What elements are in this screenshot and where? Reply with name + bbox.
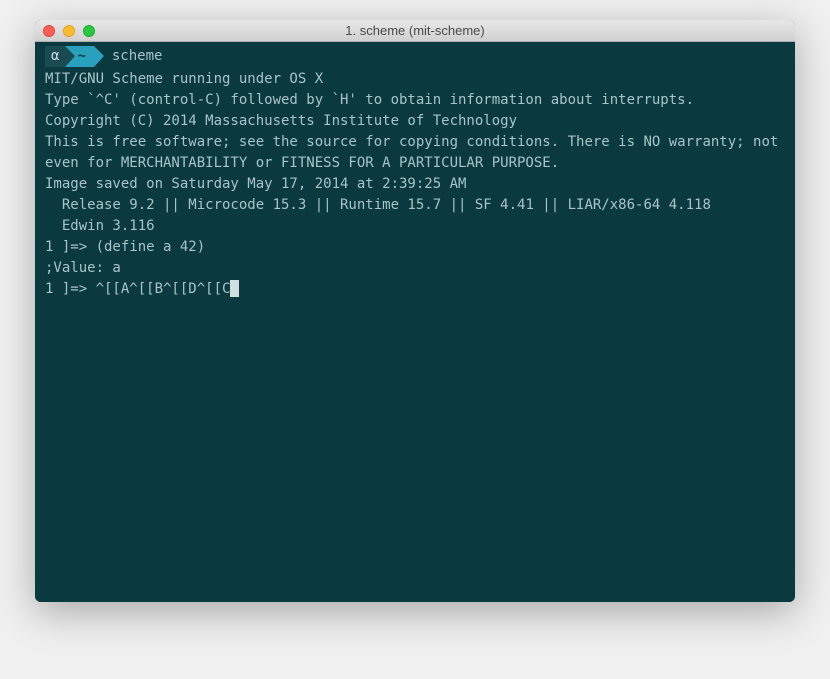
terminal-body[interactable]: α ~ scheme MIT/GNU Scheme running under … xyxy=(35,42,795,602)
output-line: Type `^C' (control-C) followed by `H' to… xyxy=(45,90,785,111)
output-line: Image saved on Saturday May 17, 2014 at … xyxy=(45,174,785,195)
repl-value-line: ;Value: a xyxy=(45,258,785,279)
prompt-host: α xyxy=(45,46,65,67)
zoom-icon[interactable] xyxy=(83,25,95,37)
cursor-icon xyxy=(230,280,239,297)
shell-prompt: α ~ scheme xyxy=(45,46,785,67)
output-line: Edwin 3.116 xyxy=(45,216,785,237)
close-icon[interactable] xyxy=(43,25,55,37)
output-line: This is free software; see the source fo… xyxy=(45,132,785,174)
output-line: MIT/GNU Scheme running under OS X xyxy=(45,69,785,90)
repl-current-line: 1 ]=> ^[[A^[[B^[[D^[[C xyxy=(45,279,785,300)
repl-current-text: 1 ]=> ^[[A^[[B^[[D^[[C xyxy=(45,281,230,297)
prompt-command: scheme xyxy=(94,46,163,67)
output-line: Release 9.2 || Microcode 15.3 || Runtime… xyxy=(45,195,785,216)
traffic-lights xyxy=(43,25,95,37)
window-title: 1. scheme (mit-scheme) xyxy=(35,23,795,38)
prompt-path: ~ xyxy=(65,46,93,67)
output-line: Copyright (C) 2014 Massachusetts Institu… xyxy=(45,111,785,132)
minimize-icon[interactable] xyxy=(63,25,75,37)
titlebar: 1. scheme (mit-scheme) xyxy=(35,20,795,42)
terminal-window: 1. scheme (mit-scheme) α ~ scheme MIT/GN… xyxy=(35,20,795,602)
repl-input-line: 1 ]=> (define a 42) xyxy=(45,237,785,258)
